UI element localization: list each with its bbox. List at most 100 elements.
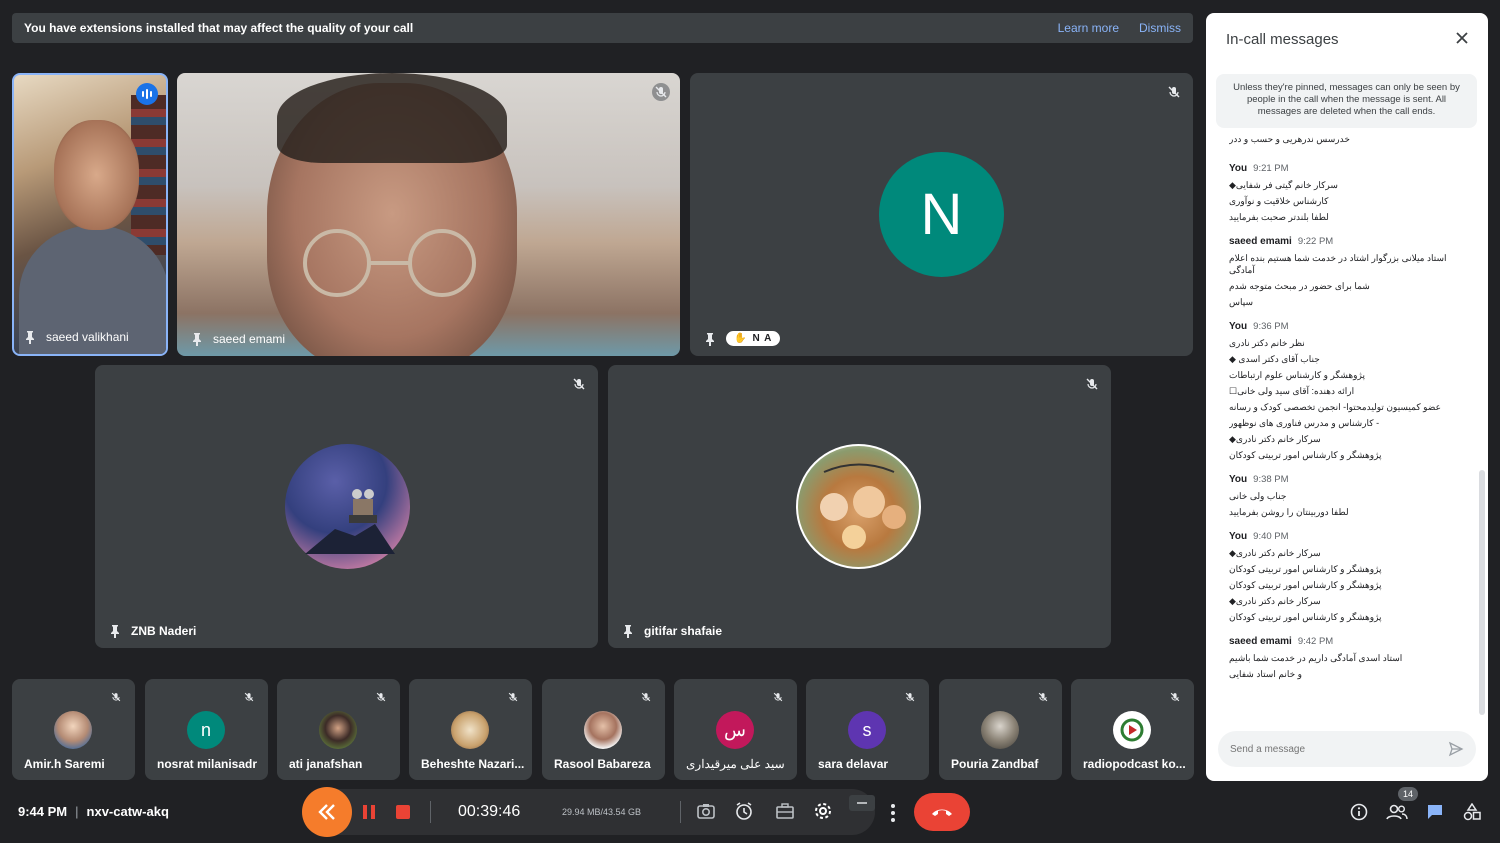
muted-mic-icon (1170, 692, 1180, 702)
minimize-button[interactable] (849, 795, 875, 811)
message-line: و خانم استاد شفایی (1229, 669, 1302, 679)
people-button[interactable] (1386, 802, 1408, 822)
participant-tile-rasool-babareza[interactable]: Rasool Babareza (542, 679, 665, 780)
muted-mic-icon (244, 692, 254, 702)
avatar (451, 711, 489, 749)
participant-tile-znb-naderi[interactable]: ZNB Naderi (95, 365, 598, 648)
message-sender: You (1229, 474, 1248, 485)
participant-name: radiopodcast ko... (1083, 757, 1186, 771)
avatar: س (716, 711, 754, 749)
avatar (796, 444, 921, 569)
participant-tile-radiopodcast[interactable]: radiopodcast ko... (1071, 679, 1194, 780)
message-line: سرکار خانم دکتر نادری◆ (1229, 596, 1321, 606)
muted-mic-icon (641, 692, 651, 702)
message-group: You 9:21 PM سرکار خانم گیتی فر شفایی◆ کار… (1229, 163, 1469, 223)
muted-mic-icon (905, 692, 915, 702)
dismiss-button[interactable]: Dismiss (1139, 21, 1181, 35)
participant-tile-seyed-ali[interactable]: س سید علی میرقیداری (674, 679, 797, 780)
send-icon[interactable] (1448, 741, 1464, 757)
muted-mic-icon (508, 692, 518, 702)
participant-tile-sara-delavar[interactable]: s sara delavar (806, 679, 929, 780)
toolbox-icon[interactable] (775, 801, 795, 821)
storage-usage: 29.94 MB/43.54 GB (562, 807, 642, 817)
leave-call-button[interactable] (914, 793, 970, 831)
message-line: کارشناس خلاقیت و نوآوری (1229, 196, 1329, 206)
message-line: پژوهشگر و کارشناس امور تربیتی کودکان (1229, 450, 1382, 460)
participant-tile-saeed-valikhani[interactable]: saeed valikhani (12, 73, 168, 356)
participant-tile-gitifar-shafaie[interactable]: gitifar shafaie (608, 365, 1111, 648)
muted-mic-icon (1086, 378, 1098, 390)
settings-gear-icon[interactable] (813, 801, 833, 821)
participant-name: Beheshte Nazari... (421, 757, 525, 771)
minimize-icon (857, 802, 867, 804)
learn-more-link[interactable]: Learn more (1058, 21, 1119, 35)
close-icon[interactable] (1454, 30, 1470, 46)
message-input[interactable] (1230, 743, 1448, 755)
current-time: 9:44 PM (18, 804, 68, 819)
participant-name: saeed emami (191, 332, 285, 346)
stop-icon[interactable] (395, 804, 411, 820)
chat-icon (1428, 805, 1442, 819)
glasses (303, 229, 476, 297)
message-line: خدرسس ندرهریی و حسب و ددر (1229, 134, 1350, 144)
participant-name: Rasool Babareza (554, 757, 651, 771)
participant-name: gitifar shafaie (622, 624, 722, 638)
muted-mic-icon (1168, 86, 1180, 98)
radio-logo-icon (1120, 718, 1144, 742)
meeting-details-button[interactable] (1349, 802, 1369, 822)
avatar: N (879, 152, 1004, 277)
avatar (319, 711, 357, 749)
hand-icon: ✋ (734, 333, 748, 344)
message-line: پژوهشگر و کارشناس امور تربیتی کودکان (1229, 580, 1382, 590)
participant-name: saeed valikhani (24, 330, 129, 344)
participant-tile-saeed-emami[interactable]: saeed emami (177, 73, 680, 356)
message-line: پژوهشگر و کارشناس امور تربیتی کودکان (1229, 612, 1382, 622)
pause-icon[interactable] (360, 803, 378, 821)
pin-icon[interactable] (704, 332, 716, 346)
pin-icon[interactable] (109, 624, 121, 638)
panel-title: In-call messages (1226, 31, 1339, 48)
muted-mic-icon (773, 692, 783, 702)
rewind-button[interactable] (302, 787, 352, 837)
participant-hair (277, 73, 507, 163)
pin-icon[interactable] (191, 332, 203, 346)
message-group: You 9:38 PM جناب ولی خانی لطفا دوربینتان … (1229, 474, 1469, 518)
more-options-button[interactable] (883, 801, 903, 825)
participant-tile-pouria-zandbaf[interactable]: Pouria Zandbaf (939, 679, 1062, 780)
message-line: سرکار خانم دکتر نادری◆ (1229, 434, 1321, 444)
message-sender: saeed emami (1229, 636, 1292, 647)
message-line: استاد میلانی بزرگوار اشتاد در خدمت شما ه… (1229, 253, 1447, 275)
muted-mic-icon (1038, 692, 1048, 702)
activities-icon (1463, 803, 1481, 821)
participant-name: ati janafshan (289, 757, 363, 771)
participant-tile-na[interactable]: N ✋ N A (690, 73, 1193, 356)
participant-tile-amir-saremi[interactable]: Amir.h Saremi (12, 679, 135, 780)
participant-name: Amir.h Saremi (24, 757, 105, 771)
timer-icon[interactable] (734, 801, 754, 821)
participant-tile-nosrat-milanisadr[interactable]: n nosrat milanisadr (145, 679, 268, 780)
message-line: سرکار خانم دکتر نادری◆ (1229, 548, 1321, 558)
muted-mic-icon (652, 83, 670, 101)
message-line: لطفا بلندتر صحبت بفرمایید (1229, 212, 1329, 222)
chat-scrollbar[interactable] (1479, 470, 1485, 715)
puppets-collage (819, 463, 906, 549)
chat-button[interactable] (1425, 802, 1445, 822)
pin-icon[interactable] (622, 624, 634, 638)
message-line: جناب آقای دکتر اسدی ◆ (1229, 354, 1320, 364)
message-line: ارائه دهنده: آقای سید ولی خانی☐ (1229, 386, 1355, 396)
message-time: 9:38 PM (1253, 474, 1289, 485)
pin-icon[interactable] (24, 330, 36, 344)
participant-tile-beheshte-nazari[interactable]: Beheshte Nazari... (409, 679, 532, 780)
activities-button[interactable] (1462, 802, 1482, 822)
meeting-code[interactable]: nxv-catw-akq (87, 804, 169, 819)
message-time: 9:42 PM (1297, 636, 1334, 647)
participant-name: سید علی میرقیداری (686, 757, 785, 771)
participant-name: ✋ N A (704, 331, 781, 346)
participant-tile-ati-janafshan[interactable]: ati janafshan (277, 679, 400, 780)
message-line: سرکار خانم گیتی فر شفایی◆ (1229, 180, 1338, 190)
message-group: saeed emami 9:22 PM استاد میلانی بزرگوار … (1229, 236, 1469, 308)
meeting-info: 9:44 PM | nxv-catw-akq (18, 804, 169, 819)
participant-name: nosrat milanisadr (157, 757, 258, 771)
camera-icon[interactable] (696, 801, 716, 821)
avatar (1113, 711, 1151, 749)
